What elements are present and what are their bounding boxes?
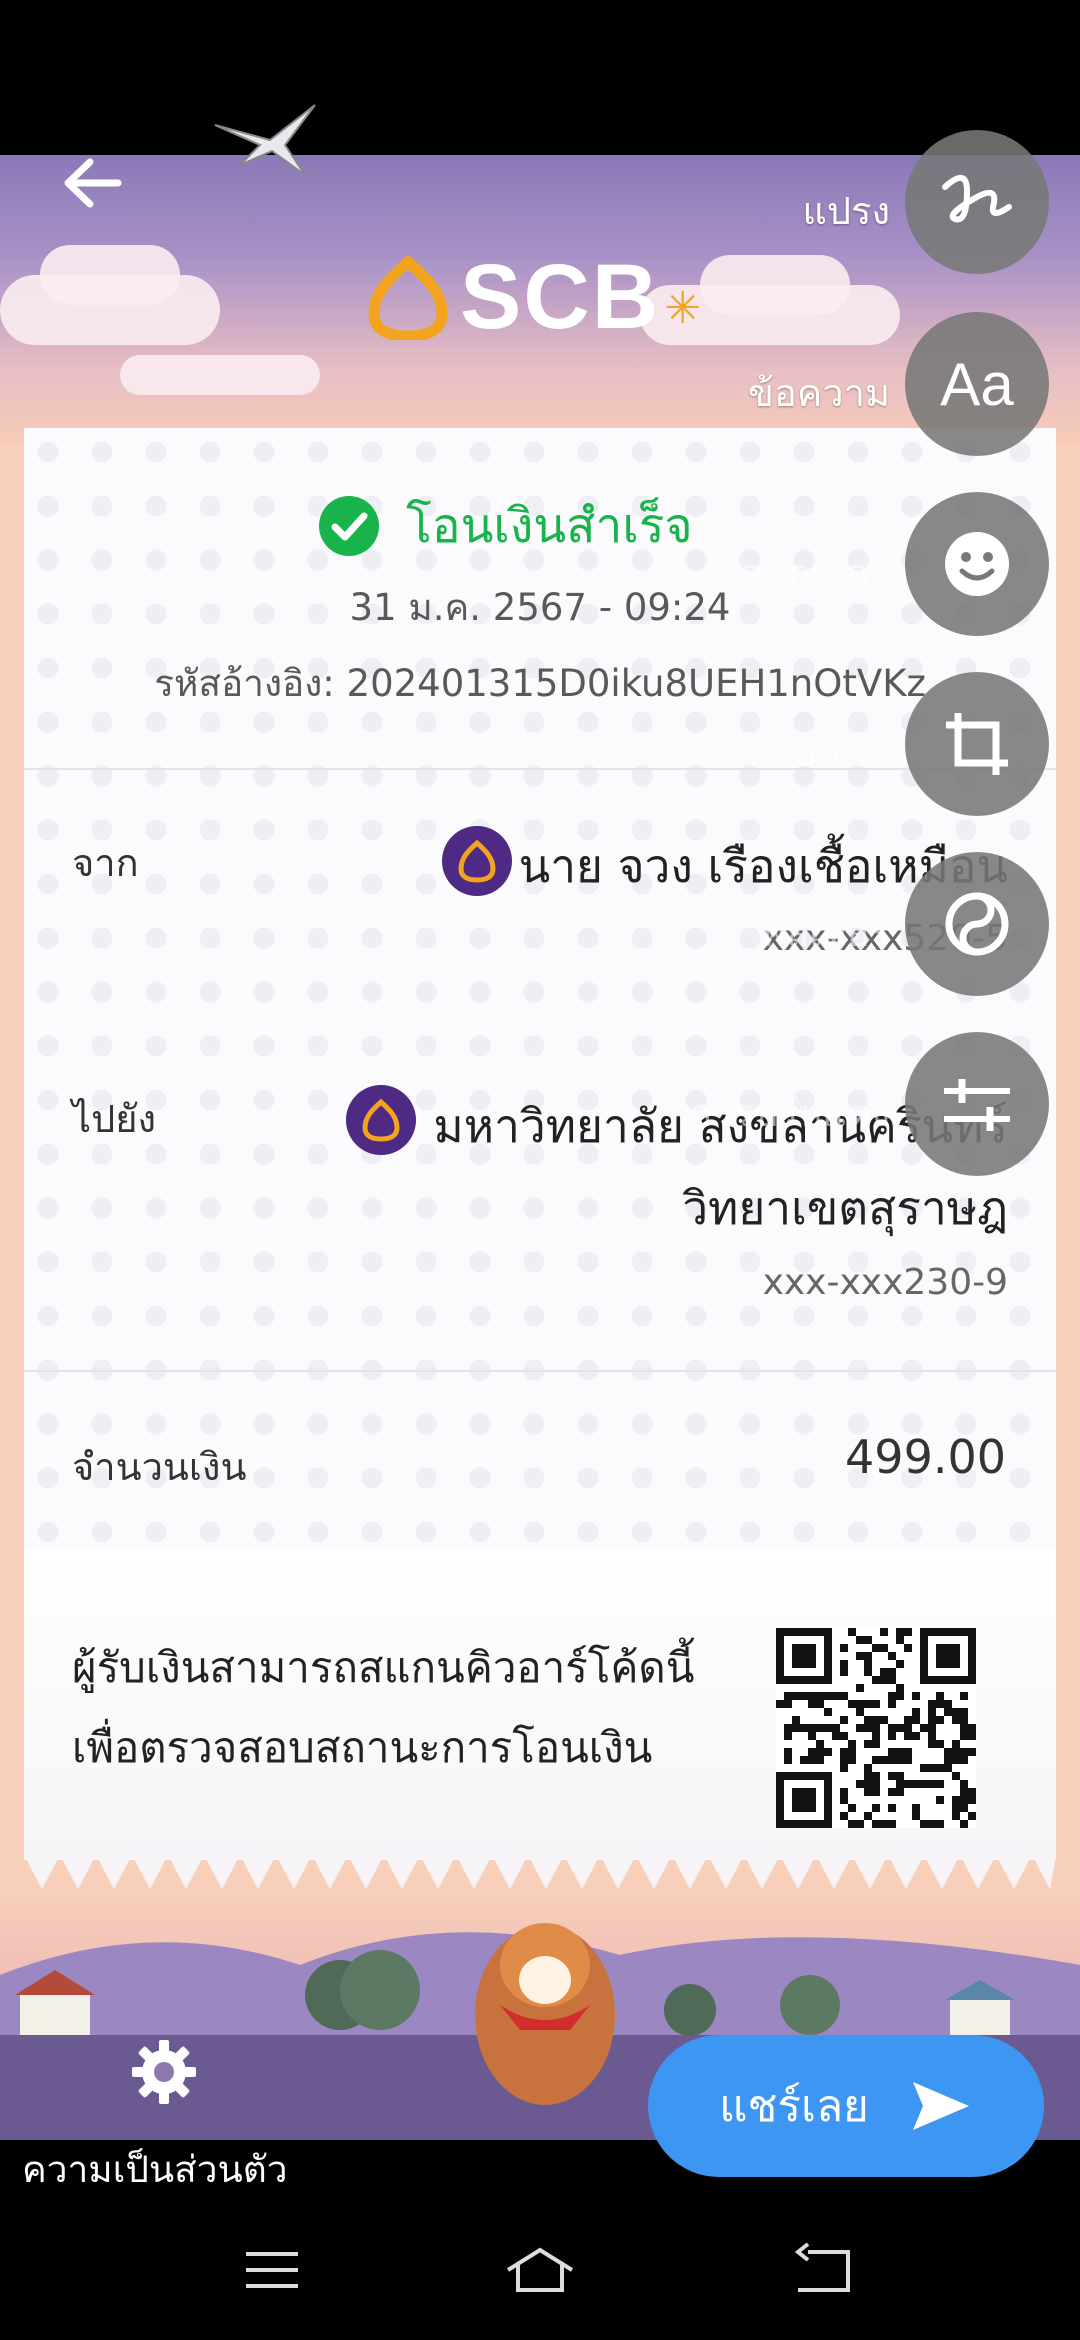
share-button[interactable]: แชร์เลย bbox=[648, 2035, 1044, 2177]
divider bbox=[24, 1370, 1056, 1372]
recipient-account: xxx-xxx230-9 bbox=[762, 1262, 1008, 1303]
brush-label: แปรง bbox=[802, 189, 890, 233]
status-text: โอนเงินสำเร็จ bbox=[406, 498, 693, 554]
filter-label: ฟิลเตอร์ bbox=[758, 911, 890, 955]
adjust-icon bbox=[944, 1079, 1010, 1131]
adjust-tool-button[interactable] bbox=[905, 1032, 1049, 1176]
menu-icon[interactable] bbox=[232, 2240, 312, 2300]
scb-logo: SCB ✳ bbox=[368, 245, 701, 350]
divider bbox=[24, 768, 1056, 770]
amount-value: 499.00 bbox=[845, 1430, 1006, 1484]
privacy-link[interactable]: ความเป็นส่วนตัว bbox=[22, 2140, 288, 2199]
home-icon[interactable] bbox=[500, 2240, 580, 2300]
brush-icon bbox=[942, 175, 1012, 223]
bank-logo-icon bbox=[442, 826, 512, 896]
text-tool-button[interactable]: Aa bbox=[905, 312, 1049, 456]
crop-label: ครอบตัด bbox=[747, 731, 890, 775]
text-label: ข้อความ bbox=[748, 371, 890, 415]
back-arrow-icon[interactable] bbox=[58, 148, 128, 218]
back-icon[interactable] bbox=[784, 2240, 864, 2300]
scb-logo-icon bbox=[368, 255, 448, 340]
filter-icon bbox=[945, 892, 1009, 956]
bank-logo-icon bbox=[346, 1085, 416, 1155]
to-label: ไปยัง bbox=[72, 1097, 157, 1141]
smiley-icon bbox=[945, 532, 1009, 596]
recipient-name-line2: วิทยาเขตสุราษฎ bbox=[682, 1181, 1008, 1235]
filter-tool-button[interactable] bbox=[905, 852, 1049, 996]
adjust-label: การปรับแต่ง bbox=[688, 1091, 890, 1135]
logo-text: SCB bbox=[460, 246, 661, 348]
check-circle-icon bbox=[319, 496, 379, 556]
qr-code-icon bbox=[776, 1628, 976, 1828]
send-icon bbox=[912, 2082, 969, 2130]
text-icon: Aa bbox=[940, 350, 1014, 418]
status-bar bbox=[0, 0, 1080, 155]
transfer-status: โอนเงินสำเร็จ bbox=[318, 488, 693, 564]
share-button-label: แชร์เลย bbox=[719, 2081, 869, 2132]
amount-label: จำนวนเงิน bbox=[72, 1445, 247, 1489]
bird-illustration bbox=[214, 104, 316, 176]
qr-message: ผู้รับเงินสามารถสแกนคิวอาร์โค้ดนี้ เพื่อ… bbox=[72, 1628, 694, 1788]
receipt-zigzag-edge bbox=[24, 1855, 1056, 1889]
sticker-label: สติกเกอร์ bbox=[739, 551, 890, 595]
brush-tool-button[interactable] bbox=[905, 130, 1049, 274]
qr-message-line2: เพื่อตรวจสอบสถานะการโอนเงิน bbox=[72, 1723, 653, 1772]
crop-icon bbox=[946, 713, 1008, 775]
gear-icon[interactable] bbox=[130, 2038, 198, 2106]
from-label: จาก bbox=[72, 841, 139, 885]
spark-icon: ✳ bbox=[664, 283, 702, 334]
qr-message-line1: ผู้รับเงินสามารถสแกนคิวอาร์โค้ดนี้ bbox=[72, 1643, 695, 1692]
sticker-tool-button[interactable] bbox=[905, 492, 1049, 636]
crop-tool-button[interactable] bbox=[905, 672, 1049, 816]
